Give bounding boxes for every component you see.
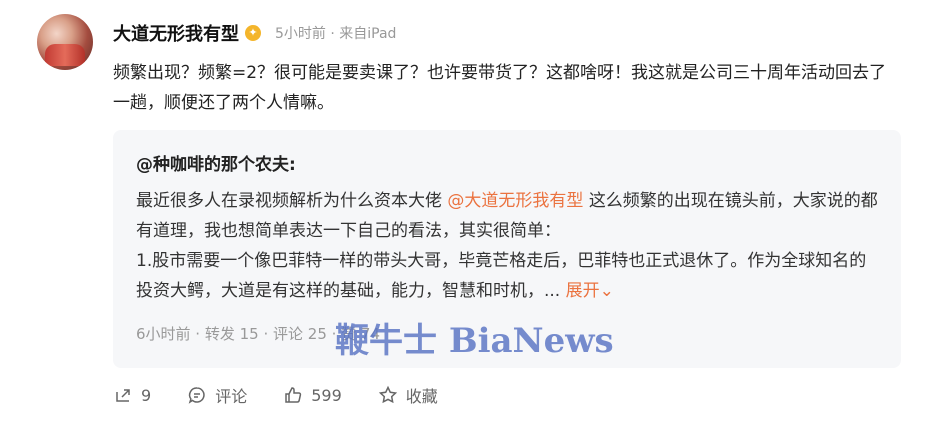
share-count: 9 xyxy=(141,385,152,405)
mention-link[interactable]: @大道无形我有型 xyxy=(447,191,583,211)
favorite-button[interactable]: 收藏 xyxy=(378,383,438,407)
comment-icon xyxy=(188,387,205,404)
repost-point-1: 1.股市需要一个像巴菲特一样的带头大哥，毕竟芒格走后，巴菲特也正式退休了。作为全… xyxy=(136,251,867,301)
expand-button[interactable]: 展开⌄ xyxy=(566,281,614,301)
avatar[interactable] xyxy=(37,14,93,70)
comment-button[interactable]: 评论 xyxy=(187,383,247,407)
repost-author[interactable]: @种咖啡的那个农夫: xyxy=(136,150,296,175)
comment-label: 评论 xyxy=(215,387,248,406)
star-icon xyxy=(378,385,397,404)
vip-badge-icon: ✦ xyxy=(245,25,261,41)
watermark: 鞭牛士 BiaNews xyxy=(335,321,614,361)
post-header: 大道无形我有型 ✦ 5小时前 · 来自iPad xyxy=(113,20,396,46)
share-icon xyxy=(116,389,130,402)
chevron-down-icon: ⌄ xyxy=(599,281,614,301)
repost-text-before: 最近很多人在录视频解析为什么资本大佬 xyxy=(136,191,442,211)
post-meta: 5小时前 · 来自iPad xyxy=(275,26,397,42)
action-bar: 9 评论 599 收藏 xyxy=(113,380,474,410)
thumbs-up-icon xyxy=(285,387,302,403)
repost-text: 最近很多人在录视频解析为什么资本大佬 @大道无形我有型 这么频繁的出现在镜头前，… xyxy=(136,186,881,306)
like-button[interactable]: 599 xyxy=(283,385,342,405)
expand-label: 展开 xyxy=(565,281,600,301)
share-button[interactable]: 9 xyxy=(113,385,151,405)
favorite-label: 收藏 xyxy=(405,387,438,406)
like-count: 599 xyxy=(311,385,342,405)
username[interactable]: 大道无形我有型 xyxy=(113,20,239,46)
post-text: 频繁出现？频繁=2？很可能是要卖课了？也许要带货了？这都啥呀！我这就是公司三十周… xyxy=(113,63,887,113)
